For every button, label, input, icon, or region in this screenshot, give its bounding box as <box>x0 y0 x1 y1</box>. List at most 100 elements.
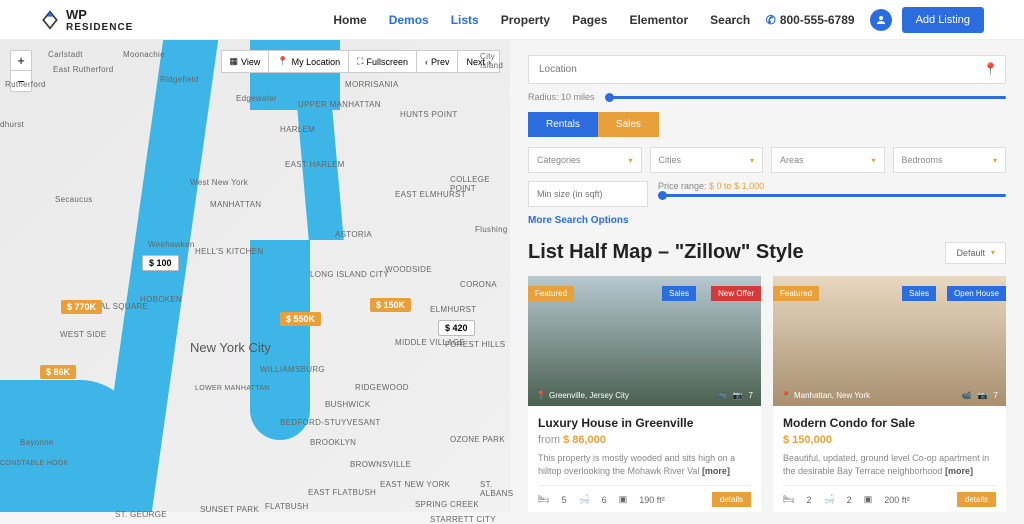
main-content: + − ▦View 📍My Location ⛶Fullscreen ‹Prev… <box>0 40 1024 512</box>
categories-select[interactable]: Categories▾ <box>528 147 642 173</box>
map-marker[interactable]: $ 100 <box>142 255 179 271</box>
featured-badge: Featured <box>773 286 819 301</box>
chevron-down-icon: ▾ <box>750 156 754 165</box>
offer-badge: Open House <box>947 286 1006 301</box>
more-search-options-link[interactable]: More Search Options <box>528 215 1006 226</box>
main-nav: Home Demos Lists Property Pages Elemento… <box>333 13 750 27</box>
chevron-down-icon: ▾ <box>991 248 995 257</box>
location-pin-icon: 📍 <box>983 62 998 76</box>
beds-icon: 🛏 <box>783 494 794 505</box>
listing-cards: Featured Sales New Offer 📍Greenville, Je… <box>528 276 1006 512</box>
zoom-in-button[interactable]: + <box>11 51 31 71</box>
area-icon: ▣ <box>619 494 628 505</box>
camera-icon: 📷 <box>978 391 988 400</box>
area-icon: ▣ <box>864 494 873 505</box>
map-panel[interactable]: + − ▦View 📍My Location ⛶Fullscreen ‹Prev… <box>0 40 510 512</box>
video-icon: 📹 <box>962 391 972 400</box>
map-fullscreen-button[interactable]: ⛶Fullscreen <box>349 51 417 72</box>
nav-demos[interactable]: Demos <box>389 13 429 27</box>
nav-elementor[interactable]: Elementor <box>629 13 688 27</box>
nav-pages[interactable]: Pages <box>572 13 607 27</box>
card-body: Modern Condo for Sale $ 150,000 Beautifu… <box>773 406 1006 512</box>
logo-text-bottom: RESIDENCE <box>66 22 133 33</box>
price-row: Price range: $ 0 to $ 1,000 <box>528 181 1006 207</box>
details-button[interactable]: details <box>957 492 996 507</box>
card-footer: 🛏2 🛁2 ▣200 ft² details <box>783 485 996 507</box>
listing-card[interactable]: Featured Sales New Offer 📍Greenville, Je… <box>528 276 761 512</box>
logo-text-top: WP <box>66 7 133 22</box>
camera-icon: 📷 <box>733 391 743 400</box>
map-view-button[interactable]: ▦View <box>222 51 270 72</box>
phone-link[interactable]: ✆ 800-555-6789 <box>766 13 855 27</box>
card-title: Modern Condo for Sale <box>783 416 996 430</box>
nav-lists[interactable]: Lists <box>451 13 479 27</box>
card-price: $ 150,000 <box>783 434 996 446</box>
card-footer: 🛏5 🛁6 ▣190 ft² details <box>538 485 751 507</box>
baths-icon: 🛁 <box>823 494 834 505</box>
card-image: Featured Sales Open House 📍Manhattan, Ne… <box>773 276 1006 406</box>
map-marker[interactable]: $ 770K <box>61 300 102 314</box>
details-button[interactable]: details <box>712 492 751 507</box>
listing-card[interactable]: Featured Sales Open House 📍Manhattan, Ne… <box>773 276 1006 512</box>
header: WP RESIDENCE Home Demos Lists Property P… <box>0 0 1024 40</box>
map-toolbar: ▦View 📍My Location ⛶Fullscreen ‹Prev Nex… <box>221 50 500 73</box>
min-size-input[interactable] <box>528 181 648 207</box>
pin-icon: 📍 <box>536 391 546 400</box>
nav-search[interactable]: Search <box>710 13 750 27</box>
sales-badge: Sales <box>902 286 936 301</box>
baths-icon: 🛁 <box>578 494 589 505</box>
nav-property[interactable]: Property <box>501 13 550 27</box>
page-title: List Half Map – "Zillow" Style <box>528 241 804 264</box>
map-marker[interactable]: $ 420 <box>438 320 475 336</box>
card-description: This property is mostly wooded and sits … <box>538 452 751 477</box>
card-price: from $ 86,000 <box>538 434 751 446</box>
filter-row: Categories▾ Cities▾ Areas▾ Bedrooms▾ <box>528 147 1006 173</box>
map-prev-button[interactable]: ‹Prev <box>417 51 459 72</box>
map-marker[interactable]: $ 86K <box>40 365 76 379</box>
user-avatar-button[interactable] <box>870 9 892 31</box>
tab-rentals[interactable]: Rentals <box>528 112 598 137</box>
cities-select[interactable]: Cities▾ <box>650 147 764 173</box>
tab-sales[interactable]: Sales <box>598 112 659 137</box>
chevron-down-icon: ▾ <box>871 156 875 165</box>
add-listing-button[interactable]: Add Listing <box>902 7 984 33</box>
pin-icon: 📍 <box>781 391 791 400</box>
more-link[interactable]: [more] <box>702 466 730 476</box>
card-description: Beautiful, updated, ground level Co-op a… <box>783 452 996 477</box>
logo[interactable]: WP RESIDENCE <box>40 7 133 33</box>
sales-badge: Sales <box>662 286 696 301</box>
map-marker[interactable]: $ 550K <box>280 312 321 326</box>
video-icon: 📹 <box>717 391 727 400</box>
chevron-down-icon: ▾ <box>628 156 632 165</box>
areas-select[interactable]: Areas▾ <box>771 147 885 173</box>
location-input-wrapper: 📍 <box>528 55 1006 84</box>
phone-number: 800-555-6789 <box>780 13 855 27</box>
more-link[interactable]: [more] <box>945 466 973 476</box>
offer-badge: New Offer <box>711 286 761 301</box>
radius-slider[interactable] <box>605 96 1006 99</box>
card-image: Featured Sales New Offer 📍Greenville, Je… <box>528 276 761 406</box>
radius-label: Radius: 10 miles <box>528 92 595 102</box>
search-panel: 📍 Radius: 10 miles Rentals Sales Categor… <box>510 40 1024 512</box>
card-media-icons: 📹📷7 <box>717 391 753 400</box>
card-location: 📍Greenville, Jersey City <box>536 391 629 400</box>
card-body: Luxury House in Greenville from $ 86,000… <box>528 406 761 512</box>
radius-row: Radius: 10 miles <box>528 92 1006 102</box>
beds-icon: 🛏 <box>538 494 549 505</box>
featured-badge: Featured <box>528 286 574 301</box>
bedrooms-select[interactable]: Bedrooms▾ <box>893 147 1007 173</box>
card-media-icons: 📹📷7 <box>962 391 998 400</box>
chevron-down-icon: ▾ <box>993 156 997 165</box>
map-mylocation-button[interactable]: 📍My Location <box>269 51 349 72</box>
card-location: 📍Manhattan, New York <box>781 391 870 400</box>
nav-home[interactable]: Home <box>333 13 366 27</box>
location-input[interactable] <box>528 55 1006 84</box>
price-range-label: Price range: $ 0 to $ 1,000 <box>658 181 1006 191</box>
title-row: List Half Map – "Zillow" Style Default▾ <box>528 241 1006 264</box>
sort-select[interactable]: Default▾ <box>945 242 1006 264</box>
search-tabs: Rentals Sales <box>528 112 1006 137</box>
logo-icon <box>40 10 60 30</box>
phone-icon: ✆ <box>766 13 776 27</box>
price-slider[interactable] <box>658 194 1006 197</box>
map-marker[interactable]: $ 150K <box>370 298 411 312</box>
